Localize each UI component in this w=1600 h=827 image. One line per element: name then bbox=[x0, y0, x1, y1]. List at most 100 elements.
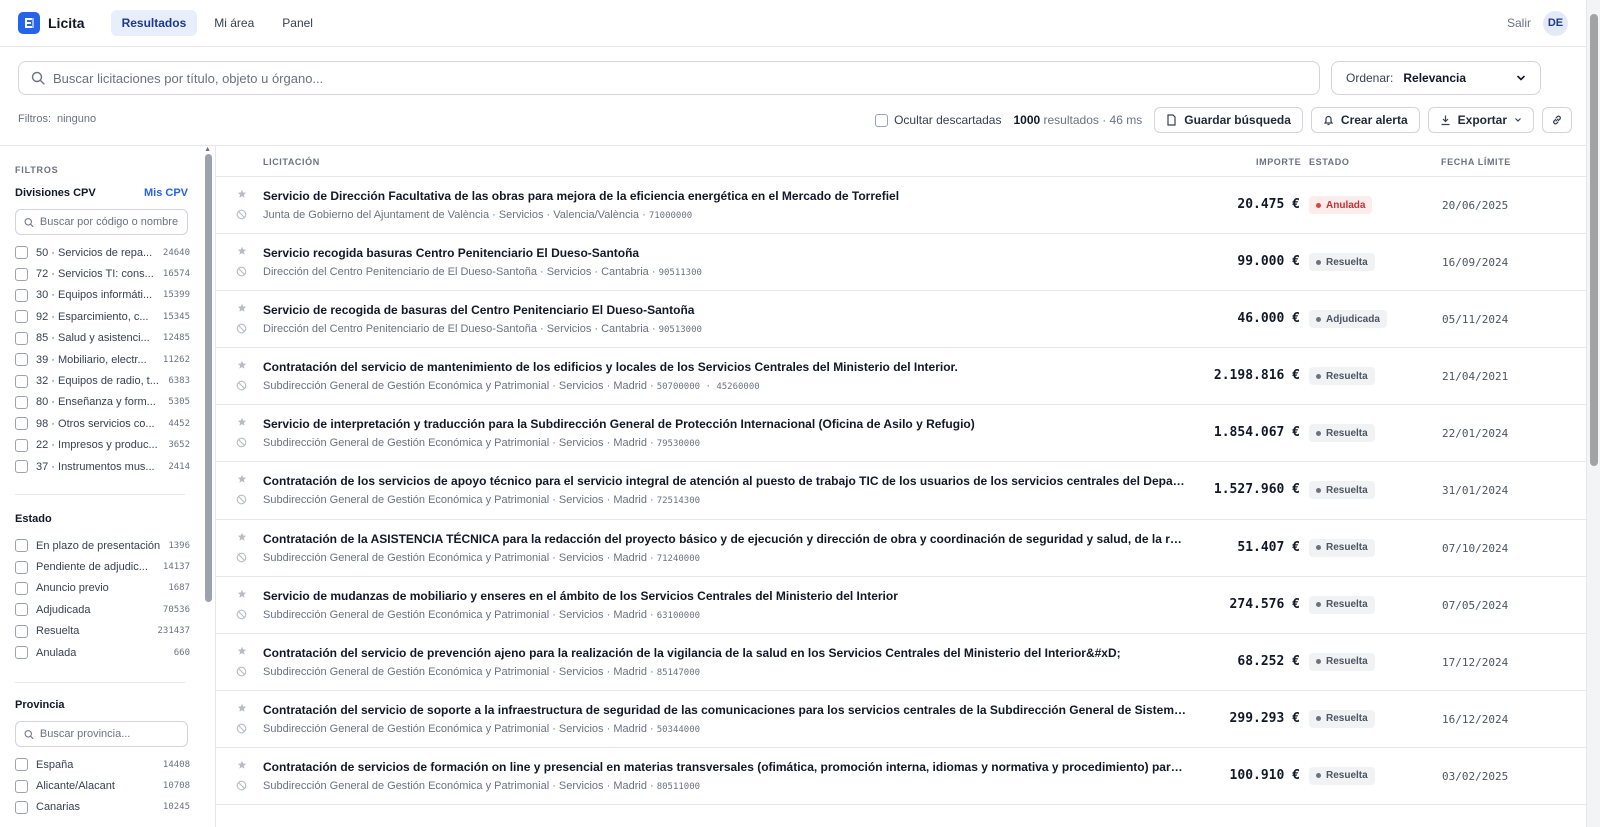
discard-icon[interactable] bbox=[236, 209, 247, 220]
avatar[interactable]: DE bbox=[1543, 10, 1568, 36]
discard-icon[interactable] bbox=[236, 666, 247, 677]
star-icon[interactable] bbox=[237, 703, 247, 713]
filter-option[interactable]: Anuncio previo 1687 bbox=[15, 578, 190, 599]
window-scrollbar-thumb[interactable] bbox=[1590, 14, 1598, 466]
filter-option[interactable]: 98 · Otros servicios co... 4452 bbox=[15, 413, 190, 434]
discard-icon[interactable] bbox=[236, 323, 247, 334]
tender-title[interactable]: Contratación de los servicios de apoyo t… bbox=[263, 474, 1187, 488]
copy-link-button[interactable] bbox=[1542, 107, 1572, 133]
tender-title[interactable]: Servicio de recogida de basuras del Cent… bbox=[263, 303, 1187, 317]
filter-checkbox[interactable] bbox=[15, 758, 28, 772]
table-row[interactable]: Servicio de Dirección Facultativa de las… bbox=[216, 177, 1586, 235]
discard-icon[interactable] bbox=[236, 609, 247, 620]
filter-checkbox[interactable] bbox=[15, 539, 28, 553]
table-row[interactable]: Servicio recogida basuras Centro Peniten… bbox=[216, 234, 1586, 292]
filter-checkbox[interactable] bbox=[15, 417, 28, 431]
discard-icon[interactable] bbox=[236, 552, 247, 563]
cpv-search-input[interactable] bbox=[39, 216, 179, 228]
filter-checkbox[interactable] bbox=[15, 288, 28, 302]
star-icon[interactable] bbox=[237, 303, 247, 313]
filter-option[interactable]: 80 · Enseñanza y form... 5305 bbox=[15, 392, 190, 413]
sort-select[interactable]: Ordenar: Relevancia bbox=[1331, 61, 1541, 95]
tender-title[interactable]: Contratación del servicio de prevención … bbox=[263, 646, 1187, 660]
export-button[interactable]: Exportar bbox=[1427, 107, 1534, 133]
filter-option[interactable]: 72 · Servicios TI: cons... 16574 bbox=[15, 263, 190, 284]
tender-title[interactable]: Servicio de Dirección Facultativa de las… bbox=[263, 189, 1187, 203]
my-cpv-link[interactable]: Mis CPV bbox=[144, 187, 188, 199]
hide-discarded-checkbox[interactable] bbox=[875, 113, 889, 127]
hide-discarded-toggle[interactable]: Ocultar descartadas bbox=[875, 113, 1001, 127]
star-icon[interactable] bbox=[237, 246, 247, 256]
filter-option[interactable]: Anulada 660 bbox=[15, 642, 190, 663]
filter-option[interactable]: En plazo de presentación 1396 bbox=[15, 535, 190, 556]
filter-option[interactable]: 39 · Mobiliario, electr... 11262 bbox=[15, 349, 190, 370]
filter-checkbox[interactable] bbox=[15, 246, 28, 260]
tab-panel[interactable]: Panel bbox=[271, 10, 324, 36]
col-fecha[interactable]: FECHA LÍMITE bbox=[1441, 157, 1511, 167]
tender-title[interactable]: Contratación de servicios de formación o… bbox=[263, 760, 1187, 774]
tender-title[interactable]: Contratación de la ASISTENCIA TÉCNICA pa… bbox=[263, 532, 1187, 546]
filter-option[interactable]: 22 · Impresos y produc... 3652 bbox=[15, 435, 190, 456]
filter-checkbox[interactable] bbox=[15, 395, 28, 409]
create-alert-button[interactable]: Crear alerta bbox=[1310, 107, 1420, 133]
star-icon[interactable] bbox=[237, 417, 247, 427]
filter-checkbox[interactable] bbox=[15, 331, 28, 345]
col-licitacion[interactable]: LICITACIÓN bbox=[263, 157, 320, 167]
filter-checkbox[interactable] bbox=[15, 800, 28, 814]
filter-option[interactable]: 32 · Equipos de radio, t... 6383 bbox=[15, 370, 190, 391]
filter-option[interactable]: 50 · Servicios de repa... 24640 bbox=[15, 242, 190, 263]
discard-icon[interactable] bbox=[236, 380, 247, 391]
tender-title[interactable]: Contratación del servicio de mantenimien… bbox=[263, 360, 1187, 374]
star-icon[interactable] bbox=[237, 360, 247, 370]
table-row[interactable]: Contratación de servicios de formación o… bbox=[216, 748, 1586, 806]
filter-option[interactable]: Canarias 10245 bbox=[15, 797, 190, 818]
save-search-button[interactable]: Guardar búsqueda bbox=[1154, 107, 1303, 133]
col-estado[interactable]: ESTADO bbox=[1309, 157, 1349, 167]
filter-option[interactable]: 92 · Esparcimiento, c... 15345 bbox=[15, 306, 190, 327]
filter-option[interactable]: 37 · Instrumentos mus... 2414 bbox=[15, 456, 190, 477]
filter-option[interactable]: 30 · Equipos informáti... 15399 bbox=[15, 285, 190, 306]
table-row[interactable]: Contratación de los servicios de apoyo t… bbox=[216, 462, 1586, 520]
star-icon[interactable] bbox=[237, 474, 247, 484]
provincia-search-input[interactable] bbox=[39, 728, 179, 740]
sidebar-scrollbar[interactable] bbox=[205, 154, 212, 602]
table-row[interactable]: Servicio de mudanzas de mobiliario y ens… bbox=[216, 577, 1586, 634]
star-icon[interactable] bbox=[237, 532, 247, 542]
star-icon[interactable] bbox=[237, 646, 247, 656]
filter-checkbox[interactable] bbox=[15, 646, 28, 660]
search-input[interactable] bbox=[53, 70, 1307, 86]
filter-checkbox[interactable] bbox=[15, 353, 28, 367]
table-row[interactable]: Servicio de interpretación y traducción … bbox=[216, 405, 1586, 463]
tab-resultados[interactable]: Resultados bbox=[110, 10, 198, 36]
filter-checkbox[interactable] bbox=[15, 310, 28, 324]
discard-icon[interactable] bbox=[236, 494, 247, 505]
filter-checkbox[interactable] bbox=[15, 560, 28, 574]
col-importe[interactable]: IMPORTE bbox=[1256, 157, 1301, 167]
filter-checkbox[interactable] bbox=[15, 581, 28, 595]
filter-option[interactable]: 85 · Salud y asistenci... 12485 bbox=[15, 328, 190, 349]
table-row[interactable]: Contratación del servicio de soporte a l… bbox=[216, 691, 1586, 748]
tender-title[interactable]: Servicio recogida basuras Centro Peniten… bbox=[263, 246, 1187, 260]
filter-option[interactable]: Adjudicada 70536 bbox=[15, 599, 190, 620]
discard-icon[interactable] bbox=[236, 266, 247, 277]
tender-title[interactable]: Servicio de mudanzas de mobiliario y ens… bbox=[263, 589, 1187, 603]
filter-checkbox[interactable] bbox=[15, 267, 28, 281]
logout-link[interactable]: Salir bbox=[1507, 16, 1531, 30]
filter-option[interactable]: España 14408 bbox=[15, 754, 190, 775]
tender-title[interactable]: Contratación del servicio de soporte a l… bbox=[263, 703, 1187, 717]
star-icon[interactable] bbox=[237, 589, 247, 599]
filter-checkbox[interactable] bbox=[15, 460, 28, 474]
discard-icon[interactable] bbox=[236, 437, 247, 448]
star-icon[interactable] bbox=[237, 760, 247, 770]
filter-checkbox[interactable] bbox=[15, 624, 28, 638]
tab-mi-area[interactable]: Mi área bbox=[203, 10, 265, 36]
tender-title[interactable]: Servicio de interpretación y traducción … bbox=[263, 417, 1187, 431]
discard-icon[interactable] bbox=[236, 723, 247, 734]
filter-option[interactable]: Alicante/Alacant 10708 bbox=[15, 775, 190, 796]
app-logo-icon[interactable] bbox=[18, 12, 40, 34]
filter-checkbox[interactable] bbox=[15, 603, 28, 617]
table-row[interactable]: Servicio de recogida de basuras del Cent… bbox=[216, 291, 1586, 349]
filter-checkbox[interactable] bbox=[15, 374, 28, 388]
scroll-up-icon[interactable]: ▲ bbox=[204, 146, 211, 153]
table-row[interactable]: Contratación de la ASISTENCIA TÉCNICA pa… bbox=[216, 520, 1586, 577]
